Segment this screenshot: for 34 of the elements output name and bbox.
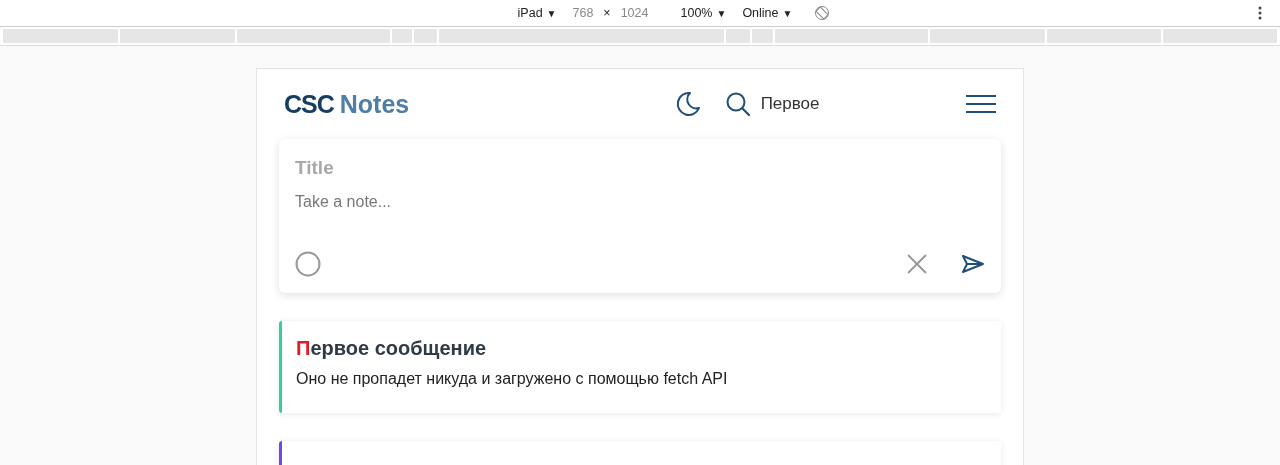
- app-title: Notes: [339, 89, 410, 119]
- rotate-icon[interactable]: [814, 5, 831, 21]
- times-sign: ×: [603, 6, 611, 20]
- media-query-bar[interactable]: [930, 29, 1045, 43]
- media-query-bar[interactable]: [3, 29, 119, 43]
- media-query-bar[interactable]: [236, 29, 391, 43]
- media-query-bar[interactable]: [439, 29, 725, 43]
- menu-icon[interactable]: [966, 95, 996, 113]
- dropdown-arrow[interactable]: ▼: [546, 7, 557, 19]
- width-field[interactable]: 768: [572, 6, 594, 20]
- media-query-bar[interactable]: [392, 29, 412, 43]
- media-query-bar[interactable]: [120, 29, 235, 43]
- media-query-bar[interactable]: [1046, 29, 1162, 43]
- dropdown-arrow[interactable]: ▼: [782, 7, 793, 19]
- send-icon[interactable]: [961, 254, 985, 274]
- search-icon[interactable]: [724, 91, 751, 117]
- media-query-bar[interactable]: [726, 29, 750, 43]
- note-title: Первое сообщение: [296, 337, 488, 360]
- moon-icon[interactable]: [674, 91, 701, 117]
- media-query-bar[interactable]: [1163, 29, 1277, 43]
- note-text: Оно не пропадет никуда и загружено с помощью fetch API: [296, 370, 729, 388]
- close-icon[interactable]: [907, 254, 927, 274]
- media-query-bar[interactable]: [413, 29, 438, 43]
- logo[interactable]: CSC: [284, 89, 334, 119]
- dropdown-arrow[interactable]: ▼: [716, 7, 727, 19]
- color-picker-icon[interactable]: [295, 251, 321, 277]
- network-dropdown[interactable]: Online: [742, 6, 779, 20]
- more-icon[interactable]: [1258, 6, 1262, 20]
- media-query-bar[interactable]: [751, 29, 774, 43]
- height-field[interactable]: 1024: [620, 6, 649, 20]
- media-query-bar[interactable]: [775, 29, 929, 43]
- note-card[interactable]: Первое сообщение Оно не пропадет никуда и загружено с помощью fetch API: [279, 321, 1001, 413]
- zoom-dropdown[interactable]: 100%: [680, 6, 713, 20]
- device-dropdown[interactable]: iPad: [517, 6, 543, 20]
